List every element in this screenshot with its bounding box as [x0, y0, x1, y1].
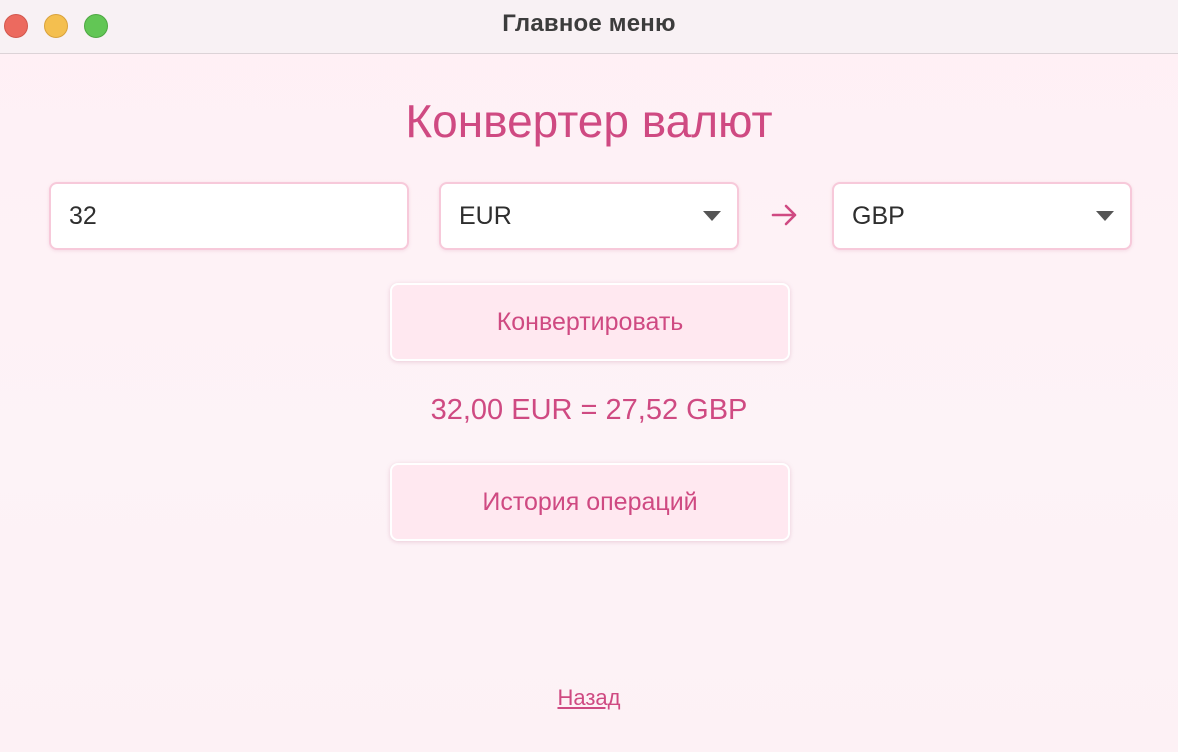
from-currency-select[interactable]: EUR: [439, 182, 739, 250]
title-bar: Главное меню: [0, 0, 1178, 54]
from-currency-value: EUR: [459, 201, 512, 230]
history-button[interactable]: История операций: [390, 463, 790, 541]
back-link-container: Назад: [0, 685, 1178, 711]
chevron-down-icon: [1096, 211, 1114, 221]
app-window: Главное меню Конвертер валют EUR GBP Кон…: [0, 0, 1178, 752]
amount-input[interactable]: [49, 182, 409, 250]
chevron-down-icon: [703, 211, 721, 221]
page-title: Конвертер валют: [405, 95, 773, 147]
conversion-result: 32,00 EUR = 27,52 GBP: [430, 394, 748, 426]
window-title: Главное меню: [502, 10, 676, 37]
arrow-right-icon: [771, 204, 797, 226]
to-currency-value: GBP: [852, 201, 905, 230]
convert-button[interactable]: Конвертировать: [390, 283, 790, 361]
to-currency-select[interactable]: GBP: [832, 182, 1132, 250]
back-link[interactable]: Назад: [557, 685, 620, 710]
